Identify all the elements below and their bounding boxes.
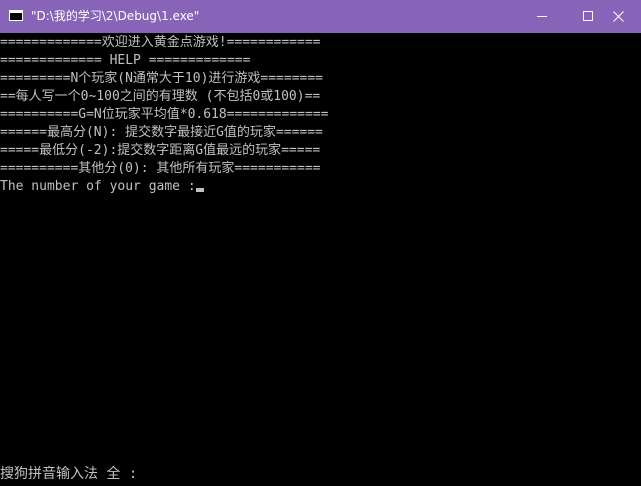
minimize-button[interactable] xyxy=(519,0,565,33)
console-app-icon xyxy=(9,10,23,21)
window-title: "D:\我的学习\2\Debug\1.exe" xyxy=(31,9,200,23)
console-window[interactable]: "D:\我的学习\2\Debug\1.exe" =============欢迎进… xyxy=(0,0,641,486)
maximize-icon xyxy=(583,11,593,21)
console-line-lowest-score: =====最低分(-2):提交数字距离G值最远的玩家===== xyxy=(0,143,321,158)
close-icon xyxy=(613,11,624,22)
console-input-line[interactable]: The number of your game : xyxy=(0,178,204,196)
console-line-welcome: =============欢迎进入黄金点游戏!============ xyxy=(0,35,321,50)
close-button[interactable] xyxy=(595,0,641,33)
console-line-rule-number: ==每人写一个0~100之间的有理数 (不包括0或100)== xyxy=(0,89,321,104)
console-line-help: ============= HELP ============= xyxy=(0,53,251,68)
minimize-icon xyxy=(537,16,547,17)
console-line-g-formula: ==========G=N位玩家平均值*0.618============= xyxy=(0,107,329,122)
title-bar[interactable]: "D:\我的学习\2\Debug\1.exe" xyxy=(0,0,641,33)
console-output[interactable]: =============欢迎进入黄金点游戏!============ ====… xyxy=(0,33,641,486)
text-cursor xyxy=(195,188,204,192)
console-line-players: =========N个玩家(N通常大于10)进行游戏======== xyxy=(0,71,324,86)
console-line-other-score: ==========其他分(0): 其他所有玩家=========== xyxy=(0,161,321,176)
console-prompt: The number of your game : xyxy=(0,179,196,194)
console-line-highest-score: ======最高分(N): 提交数字最接近G值的玩家====== xyxy=(0,125,323,140)
ime-status-bar: 搜狗拼音输入法 全 : xyxy=(0,466,138,482)
